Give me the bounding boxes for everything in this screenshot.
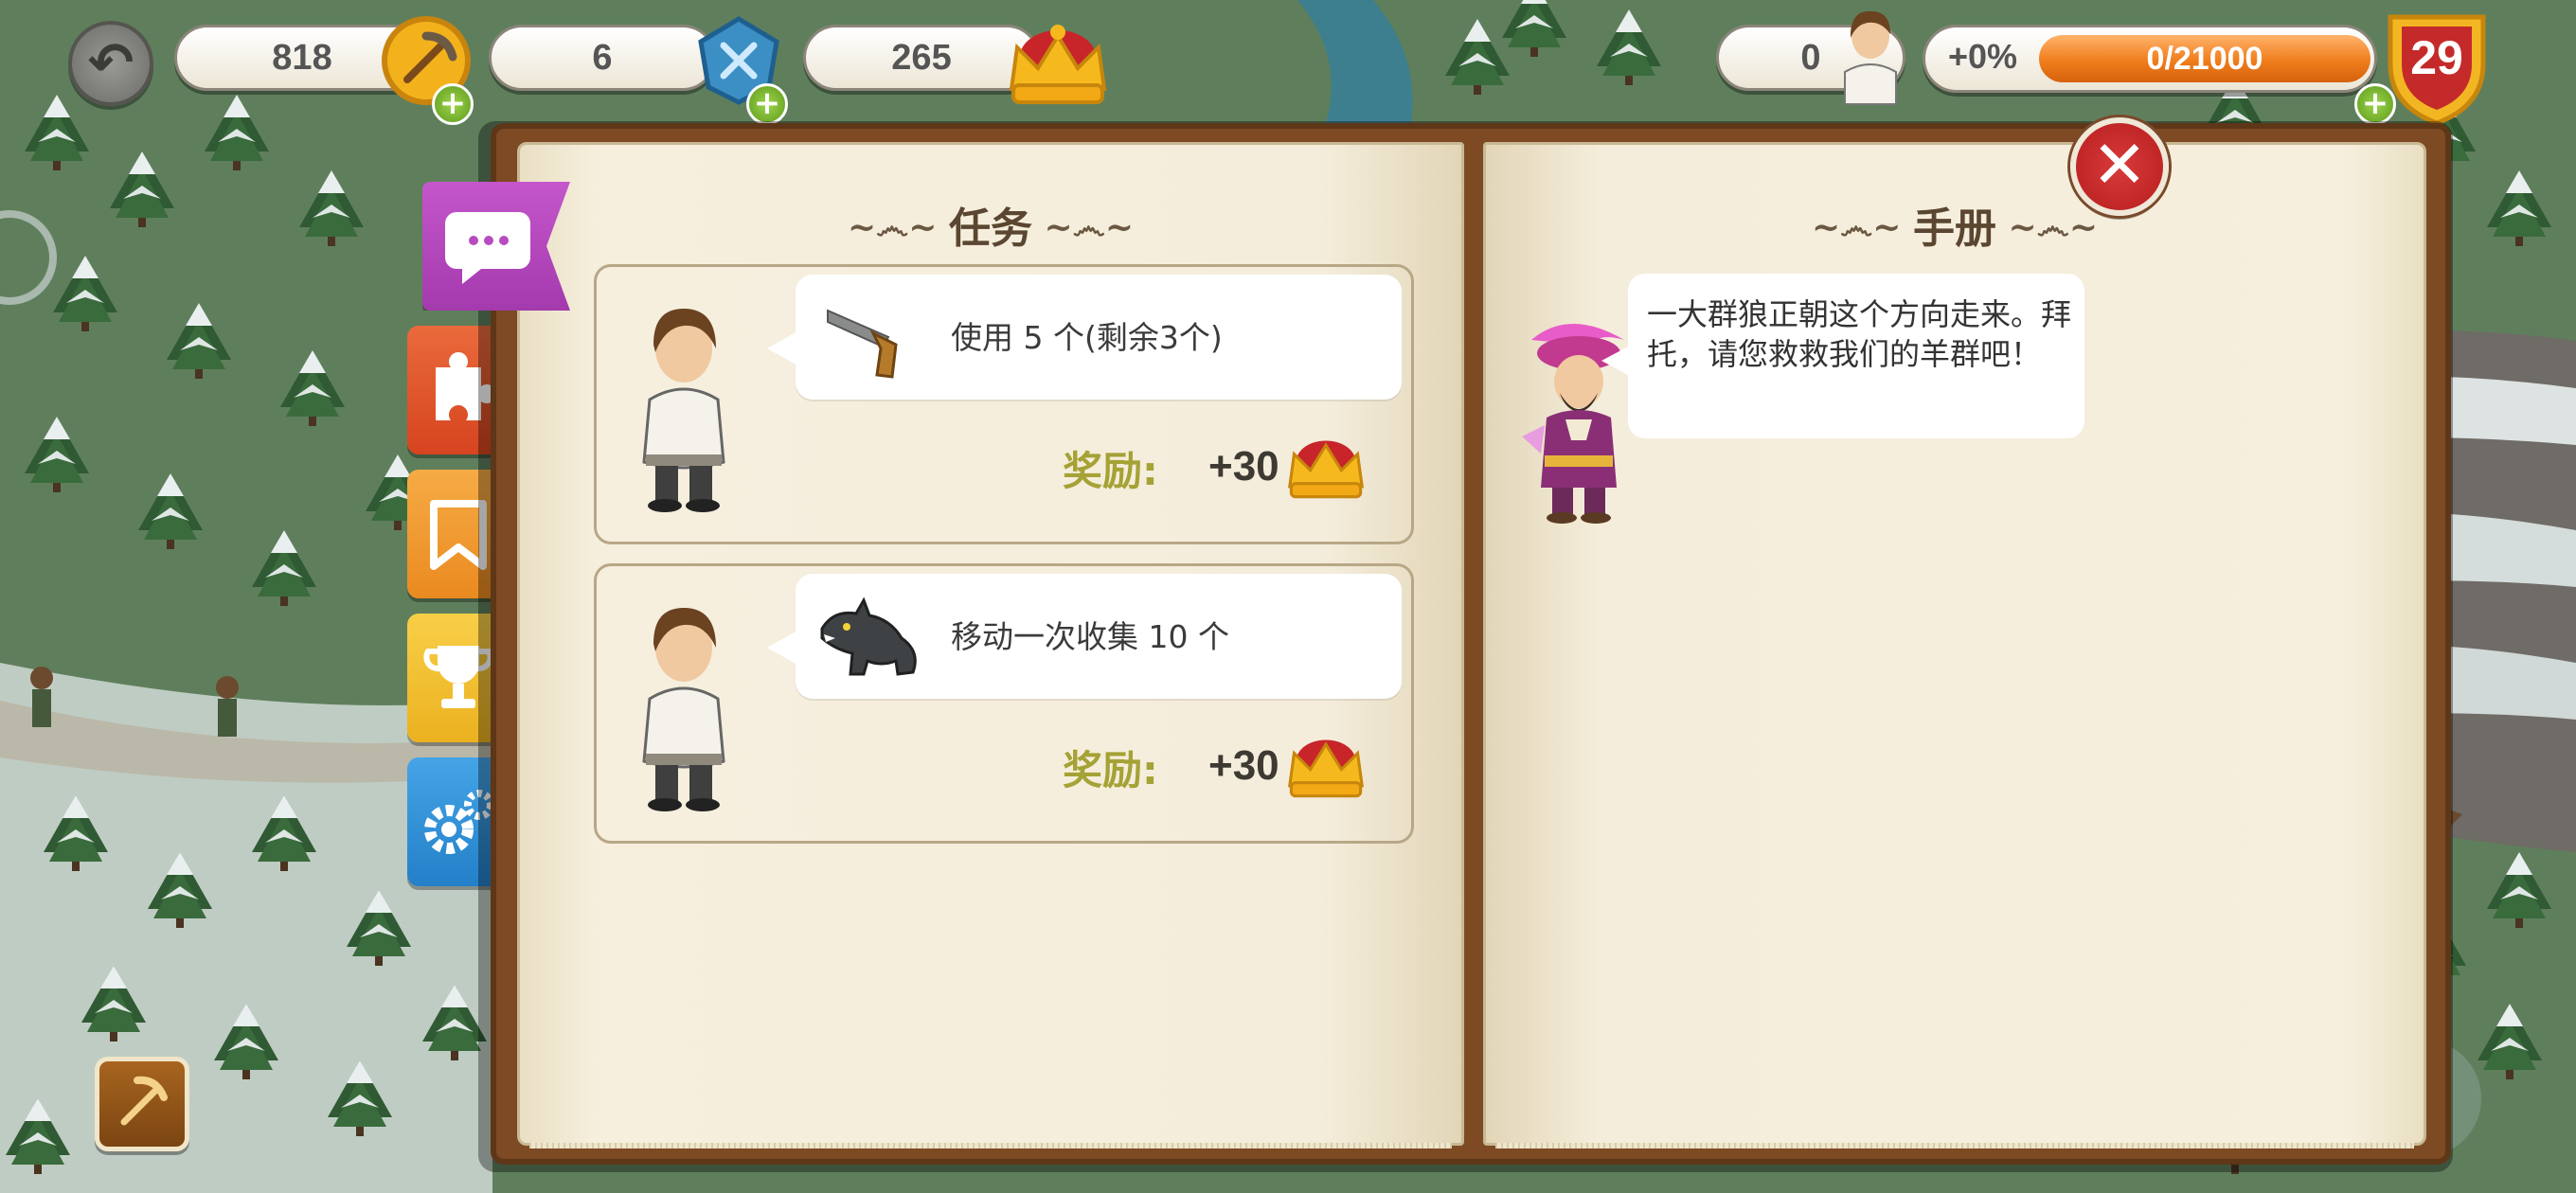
handbook-speech-bubble: 一大群狼正朝这个方向走来。拜托，请您救救我们的羊群吧！ [1601,274,2084,438]
villager-quest-giver-icon [642,309,725,512]
quest-card[interactable]: 移动一次收集 10 个 奖励: +30 [594,563,1414,844]
handbook-message: 一大群狼正朝这个方向走来。拜托，请您救救我们的羊群吧！ [1647,296,2072,372]
quest-text: 使用 5 个(剩余3个) [951,319,1223,356]
close-button[interactable]: ✕ [2070,117,2169,216]
add-resource-1-button[interactable]: + [432,83,474,125]
flourish-left: ~෴~ [848,207,949,247]
quest-text: 移动一次收集 10 个 [951,618,1229,655]
villager-icon [1844,10,1897,105]
crown-icon [1288,440,1364,499]
villager-quest-giver-icon [642,608,725,811]
resource-2-value: 6 [592,37,613,78]
reward-value: +30 [1208,443,1279,490]
flourish-left: ~෴~ [1812,207,1913,247]
flourish-right: ~෴~ [1996,207,2098,247]
level-value: 29 [2410,31,2463,84]
reward-value: +30 [1208,742,1279,789]
quests-page: ~෴~ 任务 ~෴~ 使用 5 个(剩余3个) 奖励: +30 移动一次收集 1… [517,142,1464,1148]
crowns-value: 265 [891,37,952,78]
pistol-icon [827,309,898,379]
quest-book: ~෴~ 任务 ~෴~ 使用 5 个(剩余3个) 奖励: +30 移动一次收集 1… [491,123,2451,1165]
quests-title-text: 任务 [949,205,1032,253]
handbook-title-text: 手册 [1913,205,1996,253]
reward-label: 奖励: [1063,448,1158,494]
page-edge [529,1143,1452,1148]
xp-progress-fill: 0/21000 [2039,35,2370,82]
resource-2-counter: 6 [489,25,716,91]
add-resource-2-button[interactable]: + [746,83,788,125]
quest-card[interactable]: 使用 5 个(剩余3个) 奖励: +30 [594,264,1414,544]
pickaxe-book-icon [120,1076,168,1126]
quest-speech-bubble: 使用 5 个(剩余3个) [767,275,1402,400]
xp-progress-bar: +0% 0/21000 [1923,25,2377,93]
reward-label: 奖励: [1063,747,1158,793]
quests-title: ~෴~ 任务 ~෴~ [520,194,1461,255]
population-value: 0 [1800,37,1821,78]
quest-speech-bubble: 移动一次收集 10 个 [767,574,1402,699]
flourish-right: ~෴~ [1032,207,1134,247]
handbook-title: ~෴~ 手册 ~෴~ [1486,194,2424,255]
handbook-page: ~෴~ 手册 ~෴~ 一大群狼正朝这个方向走来。拜托，请您救救我们的羊群吧！ [1483,142,2426,1148]
level-badge[interactable]: 29 [2379,6,2495,129]
journal-button[interactable] [95,1057,189,1151]
resource-1-value: 818 [272,37,332,78]
crown-icon [1288,739,1364,798]
back-button[interactable]: ↶ [68,21,153,106]
crown-icon [1009,25,1107,104]
wolf-icon [820,596,917,676]
noble-advisor-icon [1522,324,1624,524]
xp-percent: +0% [1948,37,2018,76]
xp-progress-text: 0/21000 [2146,41,2263,77]
page-edge [1495,1143,2414,1148]
